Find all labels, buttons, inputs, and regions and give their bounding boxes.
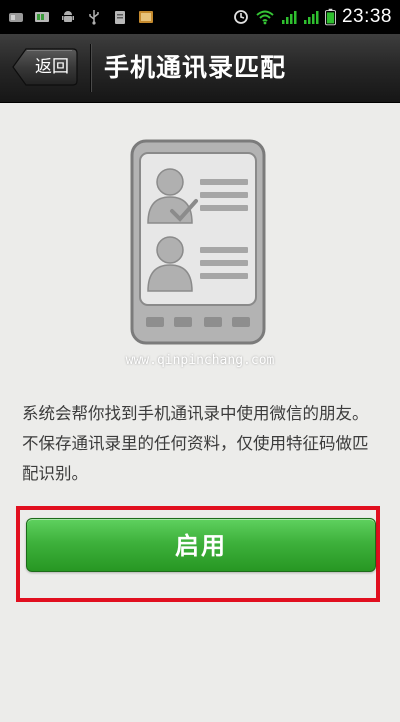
description-text: 系统会帮你找到手机通讯录中使用微信的朋友。不保存通讯录里的任何资料，仅使用特征码… bbox=[22, 404, 369, 483]
sim-card-icon bbox=[9, 13, 23, 22]
wifi-icon bbox=[256, 10, 274, 25]
back-button-label: 返回 bbox=[35, 57, 69, 77]
android-icon bbox=[62, 11, 74, 22]
battery-icon bbox=[324, 8, 336, 26]
title-bar: 返回 手机通讯录匹配 bbox=[0, 34, 400, 103]
usb-icon bbox=[89, 10, 99, 25]
watermark: www.qinpinchang.com bbox=[125, 353, 275, 368]
enable-button[interactable]: 启用 bbox=[26, 518, 376, 572]
signal-icon bbox=[281, 11, 297, 24]
back-button[interactable]: 返回 bbox=[12, 48, 78, 86]
title-divider bbox=[90, 44, 92, 92]
image-notification-icon bbox=[139, 11, 153, 23]
content: www.qinpinchang.com 系统会帮你找到手机通讯录中使用微信的朋友… bbox=[0, 103, 400, 722]
sync-icon bbox=[234, 10, 248, 24]
status-system: 23:38 bbox=[233, 6, 400, 28]
status-bar: 23:38 bbox=[0, 0, 400, 34]
status-notifications bbox=[0, 9, 154, 25]
page-title: 手机通讯录匹配 bbox=[104, 53, 287, 82]
clock: 23:38 bbox=[341, 6, 392, 27]
battery-pack-icon bbox=[35, 12, 49, 22]
phone-contacts-icon bbox=[130, 139, 266, 345]
signal-icon bbox=[303, 11, 319, 24]
screen: 23:38 返回 手机通讯录匹配 www.qinpinchang.com 系统会… bbox=[0, 0, 400, 722]
clipboard-icon bbox=[115, 11, 125, 24]
